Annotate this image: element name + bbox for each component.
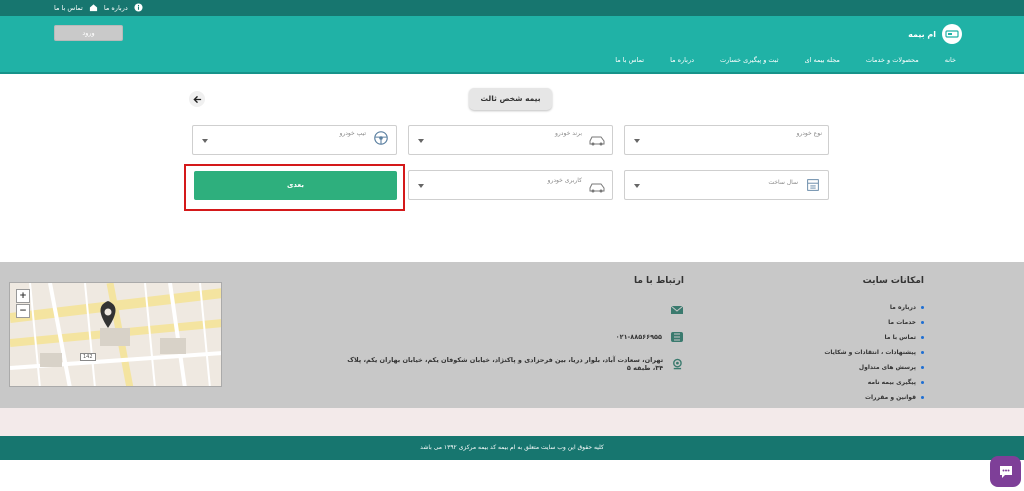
features-title: امکانات سایت	[862, 276, 924, 286]
vehicle-brand-select[interactable]: برند خودرو	[408, 125, 613, 155]
car-icon	[589, 136, 605, 146]
footer: + − 142 ارتباط با ما ۰۲۱-۸۸۵۶۶۹۵۵ تهران،…	[0, 262, 1024, 408]
chevron-down-icon	[418, 139, 424, 143]
top-links: تماس با ما درباره ما	[54, 3, 143, 12]
features-item[interactable]: خدمات ما	[784, 315, 924, 330]
nav-products[interactable]: محصولات و خدمات	[866, 56, 919, 64]
map-street-number: 142	[80, 353, 96, 361]
chat-widget-button[interactable]	[990, 456, 1021, 487]
phone-row[interactable]: ۰۲۱-۸۸۵۶۶۹۵۵	[338, 327, 684, 346]
map-graphic	[10, 283, 221, 386]
phone-number: ۰۲۱-۸۸۵۶۶۹۵۵	[615, 332, 662, 341]
footer-band	[0, 408, 1024, 436]
login-button[interactable]: ورود	[54, 25, 123, 41]
nav-claims[interactable]: ثبت و پیگیری خسارت	[720, 56, 779, 64]
page-title: بیمه شخص ثالث	[469, 88, 552, 110]
location-map[interactable]: + − 142	[9, 282, 222, 387]
chat-icon	[999, 465, 1012, 478]
top-strip: تماس با ما درباره ما	[0, 0, 1024, 16]
chevron-down-icon	[202, 139, 208, 143]
about-link[interactable]: درباره ما	[104, 4, 128, 12]
header: ورود ام بیمه خانه محصولات و خدمات مجله ب…	[0, 16, 1024, 74]
site-features: امکانات سایت درباره ما خدمات ما تماس با …	[784, 276, 924, 405]
main-nav: خانه محصولات و خدمات مجله بیمه ای ثبت و …	[615, 56, 956, 64]
info-icon	[134, 3, 143, 12]
vehicle-model-label: تیپ خودرو	[339, 130, 366, 137]
copyright-bar: کلیه حقوق این وب سایت متعلق به ام بیمه ک…	[0, 436, 1024, 460]
chevron-down-icon	[634, 139, 640, 143]
features-list: درباره ما خدمات ما تماس با ما پیشنهادات …	[784, 300, 924, 405]
production-year-label: سال ساخت	[768, 179, 798, 186]
email-icon	[670, 305, 684, 314]
vehicle-usage-select[interactable]: کاربری خودرو	[408, 170, 613, 200]
nav-magazine[interactable]: مجله بیمه ای	[805, 56, 840, 64]
brand-name: ام بیمه	[908, 29, 936, 39]
vehicle-type-select[interactable]: نوع خودرو	[624, 125, 829, 155]
vehicle-brand-label: برند خودرو	[555, 130, 582, 137]
contact-link[interactable]: تماس با ما	[54, 4, 83, 12]
features-item[interactable]: پیشنهادات ، انتقادات و شکایات	[784, 345, 924, 360]
vehicle-type-label: نوع خودرو	[796, 130, 822, 137]
phone-icon	[671, 331, 683, 342]
vehicle-usage-label: کاربری خودرو	[547, 177, 582, 184]
brand[interactable]: ام بیمه	[908, 24, 962, 44]
address-row: تهران، سعادت آباد، بلوار دریا، بین فرحزا…	[338, 354, 684, 373]
calendar-car-icon	[807, 179, 819, 191]
email-row[interactable]	[338, 300, 684, 319]
production-year-select[interactable]: سال ساخت	[624, 170, 829, 200]
steering-wheel-icon	[374, 131, 388, 145]
home-icon	[89, 4, 97, 12]
nav-home[interactable]: خانه	[945, 56, 956, 64]
vehicle-model-select[interactable]: تیپ خودرو	[192, 125, 397, 155]
copyright-text: کلیه حقوق این وب سایت متعلق به ام بیمه ک…	[420, 444, 604, 451]
contact-title: ارتباط با ما	[633, 276, 684, 286]
location-pin-icon	[673, 358, 682, 369]
features-item[interactable]: پیگیری بیمه نامه	[784, 375, 924, 390]
map-zoom-out[interactable]: −	[16, 304, 30, 318]
features-item[interactable]: پرسش های متداول	[784, 360, 924, 375]
nav-about[interactable]: درباره ما	[670, 56, 694, 64]
brand-logo	[942, 24, 962, 44]
nav-contact[interactable]: تماس با ما	[615, 56, 644, 64]
next-button[interactable]: بعدی	[194, 171, 397, 200]
next-button-highlight: بعدی	[184, 164, 405, 211]
map-zoom-in[interactable]: +	[16, 289, 30, 303]
chevron-down-icon	[418, 184, 424, 188]
features-item[interactable]: تماس با ما	[784, 330, 924, 345]
address-text: تهران، سعادت آباد، بلوار دریا، بین فرحزا…	[347, 355, 664, 372]
car-icon	[589, 183, 605, 193]
features-item[interactable]: قوانین و مقررات	[784, 390, 924, 405]
back-button[interactable]	[189, 91, 205, 107]
arrow-left-icon	[192, 95, 201, 103]
contact-section: ارتباط با ما ۰۲۱-۸۸۵۶۶۹۵۵ تهران، سعادت آ…	[338, 276, 684, 381]
features-item[interactable]: درباره ما	[784, 300, 924, 315]
chevron-down-icon	[634, 184, 640, 188]
